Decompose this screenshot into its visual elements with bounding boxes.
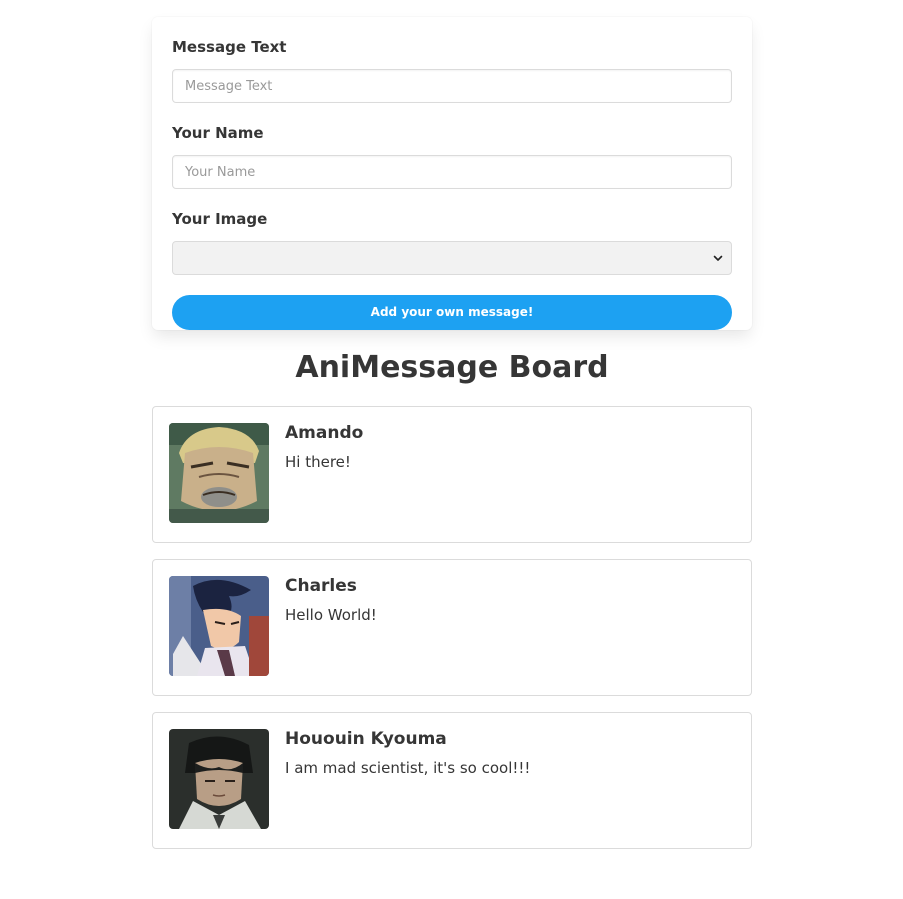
add-message-button[interactable]: Add your own message!	[172, 295, 732, 330]
your-name-input[interactable]	[172, 155, 732, 189]
your-image-label: Your Image	[172, 210, 268, 228]
message-text: I am mad scientist, it's so cool!!!	[285, 759, 531, 777]
anime-avatar-charles-icon	[169, 576, 269, 676]
message-text: Hello World!	[285, 606, 377, 624]
anime-avatar-amando-icon	[169, 423, 269, 523]
message-form: Message Text Your Name Your Image Add yo…	[152, 17, 752, 330]
avatar	[169, 576, 269, 676]
message-text-label: Message Text	[172, 38, 287, 56]
message-author: Charles	[285, 576, 357, 596]
avatar	[169, 729, 269, 829]
message-author: Amando	[285, 423, 364, 443]
avatar	[169, 423, 269, 523]
chevron-down-icon	[713, 255, 723, 261]
your-image-select[interactable]	[172, 241, 732, 275]
message-text: Hi there!	[285, 453, 351, 471]
message-author: Hououin Kyouma	[285, 729, 447, 749]
message-text-input[interactable]	[172, 69, 732, 103]
your-name-label: Your Name	[172, 124, 264, 142]
message-card: Hououin Kyouma I am mad scientist, it's …	[152, 712, 752, 849]
anime-avatar-hououin-icon	[169, 729, 269, 829]
message-card: Charles Hello World!	[152, 559, 752, 696]
message-card: Amando Hi there!	[152, 406, 752, 543]
board-title: AniMessage Board	[295, 350, 609, 385]
